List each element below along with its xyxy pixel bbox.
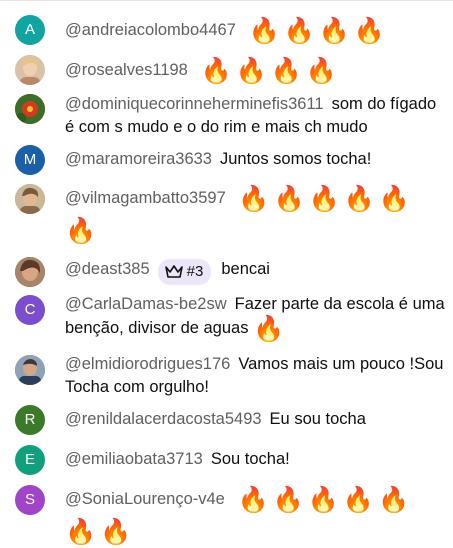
badge-label: #3 — [186, 263, 204, 280]
message-text: Juntos somos tocha! — [219, 150, 372, 168]
message-author[interactable]: @vilmagambatto3597 — [65, 189, 226, 207]
emoji-group: 🔥 🔥 🔥 🔥 — [200, 58, 341, 84]
message-text: bencai — [221, 260, 270, 278]
avatar[interactable]: E — [15, 445, 45, 475]
fire-emoji: 🔥 — [253, 314, 285, 343]
message-author[interactable]: @rosealves1198 — [65, 61, 188, 79]
fire-emoji: 🔥 — [235, 57, 267, 85]
fire-emoji: 🔥 — [273, 185, 305, 213]
divider — [0, 0, 453, 1]
fire-emoji: 🔥 — [272, 486, 304, 514]
crown-icon — [164, 265, 183, 278]
fire-emoji: 🔥 — [65, 518, 97, 546]
message-text: Eu sou tocha — [269, 410, 366, 428]
fire-emoji: 🔥 — [200, 57, 232, 85]
fire-emoji: 🔥 — [342, 486, 375, 514]
emoji-group: 🔥 🔥 🔥 🔥 🔥 — [238, 186, 414, 212]
fire-emoji: 🔥 — [248, 17, 280, 45]
fire-emoji: 🔥 — [100, 518, 132, 546]
avatar[interactable]: C — [15, 295, 45, 325]
avatar[interactable]: A — [15, 15, 45, 45]
fire-emoji: 🔥 — [318, 17, 350, 45]
message-author[interactable]: @dominiquecorinneherminefis3611 — [65, 95, 324, 113]
avatar[interactable] — [15, 94, 45, 124]
avatar[interactable] — [15, 257, 45, 287]
fire-emoji: 🔥 — [343, 185, 375, 213]
avatar[interactable] — [15, 184, 45, 214]
fire-emoji: 🔥 — [308, 185, 340, 213]
fire-emoji: 🔥 — [270, 57, 302, 85]
fire-emoji: 🔥 — [65, 217, 97, 245]
member-badge: #3 — [157, 259, 212, 285]
fire-emoji: 🔥 — [305, 57, 338, 85]
avatar[interactable] — [15, 55, 45, 85]
fire-emoji: 🔥 — [378, 185, 411, 213]
message-text: Sou tocha! — [210, 450, 290, 468]
message-author[interactable]: @emiliaobata3713 — [65, 450, 203, 468]
fire-emoji: 🔥 — [238, 185, 270, 213]
emoji-group: 🔥 🔥 🔥 🔥 — [248, 18, 389, 44]
message-author[interactable]: @andreiacolombo4467 — [65, 21, 236, 39]
emoji-group: 🔥 🔥 🔥 🔥 🔥 — [237, 487, 413, 513]
fire-emoji: 🔥 — [378, 486, 410, 514]
message-author[interactable]: @CarlaDamas-be2sw — [65, 295, 227, 313]
fire-emoji: 🔥 — [237, 486, 269, 514]
message-author[interactable]: @SoniaLourenço-v4e — [65, 490, 225, 508]
message-author[interactable]: @renildalacerdacosta5493 — [65, 410, 262, 428]
message-author[interactable]: @elmidiorodrigues176 — [65, 355, 230, 373]
message-author[interactable]: @deast385 — [65, 260, 150, 278]
fire-emoji: 🔥 — [283, 17, 315, 45]
avatar[interactable]: M — [15, 145, 45, 175]
fire-emoji: 🔥 — [353, 17, 386, 45]
avatar[interactable] — [15, 355, 45, 385]
avatar[interactable]: R — [15, 405, 45, 435]
avatar[interactable]: S — [15, 485, 45, 515]
message-author[interactable]: @maramoreira3633 — [65, 150, 212, 168]
fire-emoji: 🔥 — [307, 486, 339, 514]
